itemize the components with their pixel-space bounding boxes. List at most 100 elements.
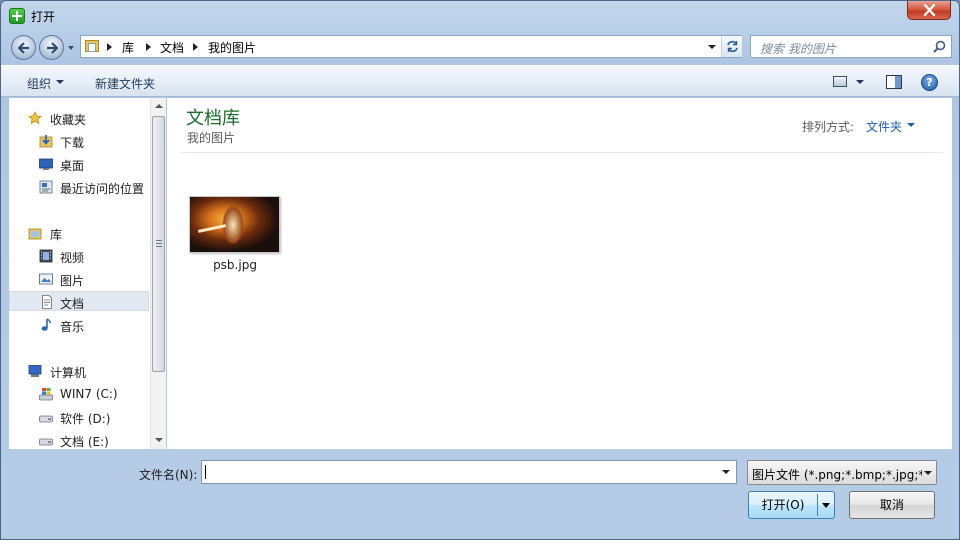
nav-libraries[interactable]: 库 <box>9 223 149 243</box>
forward-button[interactable] <box>39 35 64 60</box>
nav-label: 文档 <box>60 297 85 311</box>
nav-drive-d[interactable]: 软件 (D:) <box>9 407 149 427</box>
libraries-icon <box>28 228 42 240</box>
file-type-dropdown-icon <box>924 471 932 475</box>
filename-dropdown-icon[interactable] <box>722 470 730 474</box>
file-item[interactable]: psb.jpg <box>187 196 283 278</box>
nav-label: 软件 (D:) <box>60 412 111 426</box>
filename-input[interactable] <box>201 460 737 484</box>
search-icon[interactable] <box>933 40 946 53</box>
organize-dropdown-icon[interactable] <box>56 80 64 84</box>
preview-pane-icon[interactable] <box>886 75 902 89</box>
nav-label: 计算机 <box>50 366 87 380</box>
view-dropdown-icon[interactable] <box>856 80 864 84</box>
hard-drive-icon <box>39 415 53 423</box>
nav-label: 库 <box>50 228 63 242</box>
scroll-down-arrow-icon[interactable] <box>155 438 163 442</box>
grip-icon <box>156 240 162 247</box>
library-folder-icon <box>85 40 99 52</box>
app-shield-icon <box>9 8 25 24</box>
close-button[interactable] <box>907 1 951 20</box>
nav-videos[interactable]: 视频 <box>9 246 149 266</box>
file-list-pane: 文档库 我的图片 排列方式: 文件夹 psb.jpg <box>167 98 952 449</box>
split-separator <box>817 494 818 516</box>
change-view-icon[interactable] <box>833 76 847 87</box>
nav-recent-places[interactable]: 最近访问的位置 <box>9 177 149 197</box>
nav-downloads[interactable]: 下载 <box>9 131 149 151</box>
close-icon <box>923 4 936 16</box>
breadcrumb-documents[interactable]: 文档 <box>160 39 184 56</box>
nav-label: 图片 <box>60 274 85 288</box>
library-subtitle: 我的图片 <box>187 131 236 145</box>
nav-drive-c[interactable]: WIN7 (C:) <box>9 384 149 404</box>
file-type-filter[interactable]: 图片文件 (*.png;*.bmp;*.jpg;* <box>747 460 937 485</box>
nav-label: WIN7 (C:) <box>60 387 118 401</box>
nav-label: 收藏夹 <box>50 113 87 127</box>
nav-favorites[interactable]: 收藏夹 <box>9 108 149 128</box>
file-type-filter-text: 图片文件 (*.png;*.bmp;*.jpg;* <box>752 468 922 482</box>
command-bar: 组织 新建文件夹 ? <box>1 65 959 97</box>
breadcrumb-library[interactable]: 库 <box>122 39 134 56</box>
nav-music[interactable]: 音乐 <box>9 315 149 335</box>
open-button[interactable]: 打开(O) <box>748 491 835 519</box>
recent-pages-dropdown-icon[interactable] <box>67 44 75 52</box>
address-history-dropdown[interactable] <box>703 36 721 57</box>
search-placeholder: 搜索 我的图片 <box>760 42 836 56</box>
document-icon <box>42 295 52 309</box>
breadcrumb-arrow-icon[interactable] <box>193 43 198 51</box>
organize-button[interactable]: 组织 <box>27 75 51 92</box>
nav-computer[interactable]: 计算机 <box>9 361 149 381</box>
search-input[interactable]: 搜索 我的图片 <box>750 35 952 58</box>
arrange-by-label: 排列方式: <box>802 120 855 134</box>
new-folder-button[interactable]: 新建文件夹 <box>95 75 155 92</box>
library-title: 文档库 <box>186 108 240 129</box>
file-name: psb.jpg <box>213 258 257 272</box>
windows-drive-icon <box>39 388 53 401</box>
downloads-folder-icon <box>39 135 53 148</box>
videos-icon <box>39 249 53 263</box>
breadcrumb-arrow-icon[interactable] <box>107 43 112 51</box>
nav-label: 最近访问的位置 <box>60 182 145 196</box>
title-bar: 打开 <box>1 1 959 31</box>
cancel-button[interactable]: 取消 <box>849 491 935 519</box>
open-button-label: 打开(O) <box>761 498 805 512</box>
open-file-dialog: 打开 库 文档 我的图片 搜索 我的图片 组织 新建文件夹 ? 收藏夹 下载 桌… <box>0 0 960 540</box>
nav-drive-e[interactable]: 文档 (E:) <box>9 430 149 450</box>
nav-desktop[interactable]: 桌面 <box>9 154 149 174</box>
window-title: 打开 <box>31 10 56 24</box>
computer-icon <box>28 365 42 377</box>
scroll-up-arrow-icon[interactable] <box>155 104 163 108</box>
arrow-right-icon <box>47 42 59 54</box>
nav-label: 下载 <box>60 136 85 150</box>
nav-label: 音乐 <box>60 320 85 334</box>
arrange-by-dropdown[interactable]: 文件夹 <box>866 118 902 135</box>
star-icon <box>28 111 42 125</box>
open-options-dropdown-icon[interactable] <box>822 503 830 508</box>
nav-pictures[interactable]: 图片 <box>9 269 149 289</box>
pictures-icon <box>39 273 53 285</box>
arrange-by-caret-icon[interactable] <box>907 123 915 127</box>
breadcrumb-arrow-icon[interactable] <box>146 43 151 51</box>
back-button[interactable] <box>11 35 36 60</box>
nav-label: 桌面 <box>60 159 85 173</box>
nav-documents[interactable]: 文档 <box>9 291 149 311</box>
text-cursor <box>205 465 206 479</box>
refresh-button[interactable] <box>721 36 742 57</box>
header-divider <box>181 152 943 153</box>
nav-label: 视频 <box>60 251 85 265</box>
image-thumbnail <box>189 196 280 253</box>
navigation-pane: 收藏夹 下载 桌面 最近访问的位置 库 视频 图片 文档 音乐 计算机 WIN7… <box>9 98 166 449</box>
hard-drive-icon <box>39 438 53 446</box>
breadcrumb-my-pictures[interactable]: 我的图片 <box>208 39 256 56</box>
music-note-icon <box>41 318 52 331</box>
nav-scrollbar[interactable] <box>150 98 166 449</box>
address-bar[interactable]: 库 文档 我的图片 <box>80 35 742 58</box>
filename-label: 文件名(N): <box>139 468 198 482</box>
refresh-icon <box>727 40 738 53</box>
arrow-left-icon <box>17 42 29 54</box>
desktop-icon <box>39 158 53 170</box>
recent-places-icon <box>39 180 53 194</box>
nav-label: 文档 (E:) <box>60 435 109 449</box>
help-icon[interactable]: ? <box>921 74 938 91</box>
scrollbar-thumb[interactable] <box>152 116 165 372</box>
